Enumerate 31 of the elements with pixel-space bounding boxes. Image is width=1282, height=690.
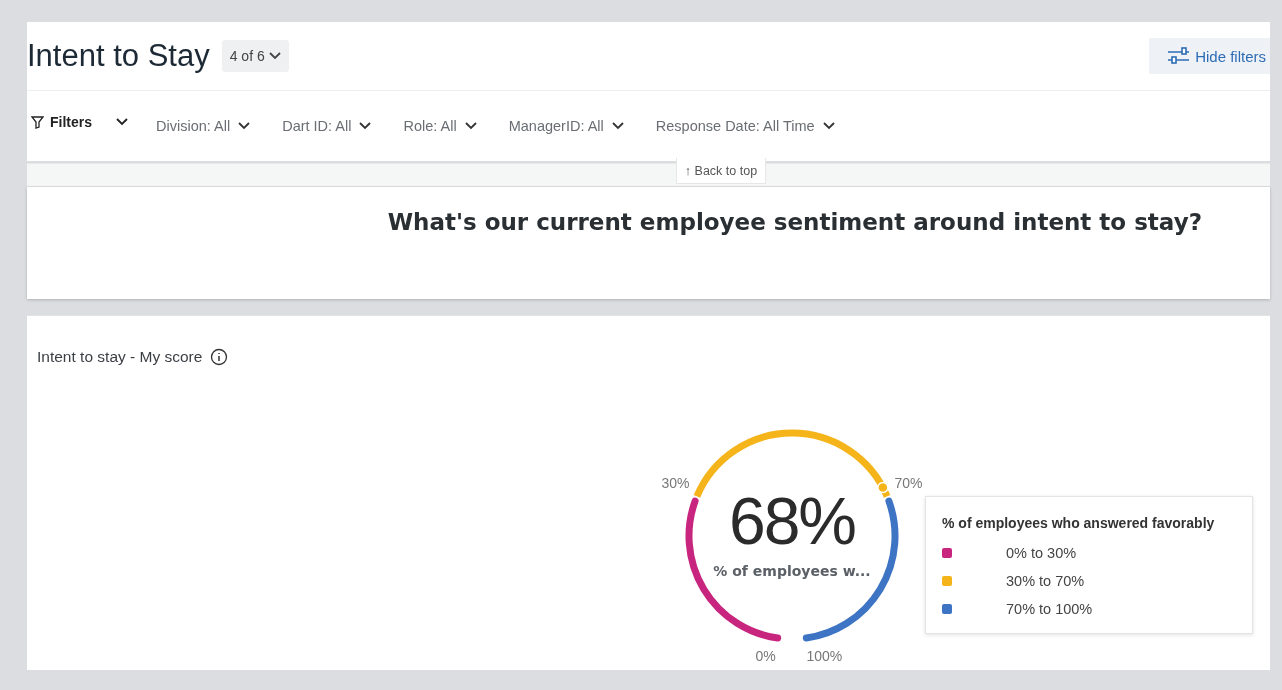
gauge-tick-label: 70% — [894, 474, 923, 491]
chevron-down-icon — [116, 118, 128, 126]
legend-label: 70% to 100% — [1006, 601, 1093, 617]
legend-label: 30% to 70% — [1006, 573, 1085, 589]
gauge-tick-label: 0% — [755, 647, 776, 664]
chevron-down-icon — [268, 52, 281, 60]
chevron-down-icon — [611, 122, 624, 130]
filters-button[interactable]: Filters — [27, 114, 132, 130]
card-title: Intent to stay - My score — [37, 348, 203, 366]
score-caption: % of employees w... — [712, 563, 872, 579]
chevron-down-icon — [238, 122, 251, 130]
page-title: Intent to Stay — [27, 38, 210, 74]
chevron-down-icon — [822, 122, 835, 130]
funnel-icon — [31, 115, 44, 129]
legend-label: 0% to 30% — [1006, 545, 1077, 561]
back-to-top-button[interactable]: ↑ Back to top — [675, 158, 767, 184]
sliders-icon — [1167, 47, 1190, 65]
filter-dropdown[interactable]: ManagerID: All — [508, 118, 624, 134]
hide-filters-button[interactable]: Hide filters — [1149, 38, 1270, 74]
filter-dropdown[interactable]: Response Date: All Time — [655, 118, 835, 134]
legend-title: % of employees who answered favorably — [942, 515, 1216, 531]
filter-dropdown[interactable]: Division: All — [156, 118, 251, 134]
info-icon[interactable] — [210, 348, 229, 366]
filter-dropdown[interactable]: Role: All — [403, 118, 477, 134]
filter-dropdown[interactable]: Dart ID: All — [282, 118, 372, 134]
gauge-tick-label: 30% — [661, 474, 690, 491]
page-picker[interactable]: 4 of 6 — [221, 40, 289, 72]
chevron-down-icon — [464, 122, 477, 130]
section-heading: What's our current employee sentiment around intent to stay? — [387, 209, 1202, 237]
gauge-tick-label: 100% — [806, 647, 843, 664]
chevron-down-icon — [359, 122, 372, 130]
